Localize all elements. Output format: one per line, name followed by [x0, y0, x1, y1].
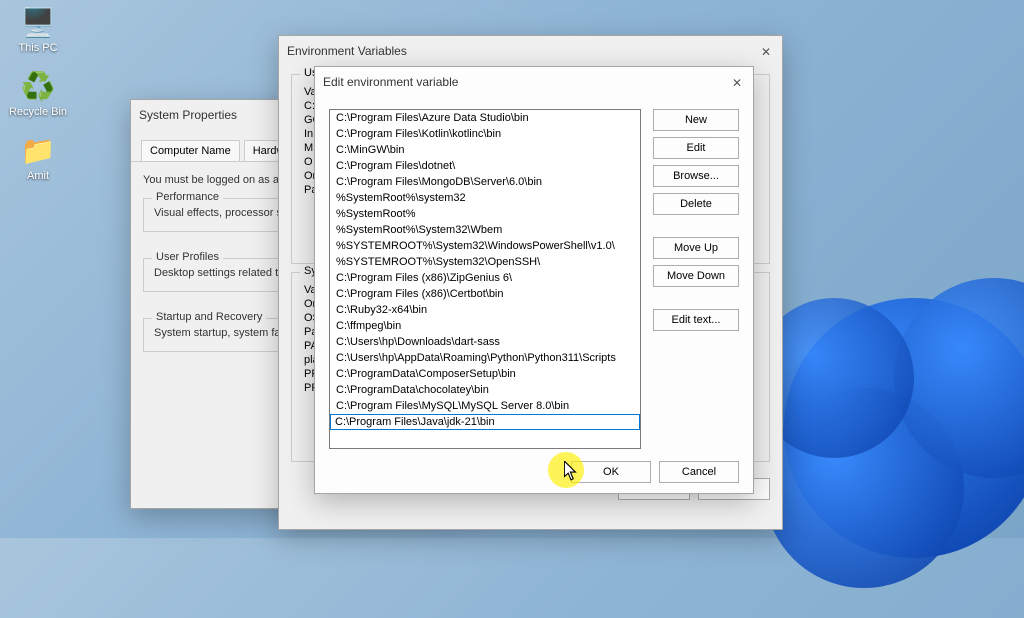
new-button[interactable]: New	[653, 109, 739, 131]
desktop-icon-label: Amit	[27, 170, 49, 182]
path-list-item[interactable]: C:\Program Files (x86)\Certbot\bin	[330, 286, 640, 302]
path-list-item[interactable]: C:\ProgramData\chocolatey\bin	[330, 382, 640, 398]
desktop-icons: 🖥️ This PC ♻️ Recycle Bin 📁 Amit	[8, 4, 78, 196]
path-list-item[interactable]: C:\Program Files (x86)\ZipGenius 6\	[330, 270, 640, 286]
env-vars-title: Environment Variables	[279, 36, 782, 66]
path-list-item[interactable]: C:\Program Files\MySQL\MySQL Server 8.0\…	[330, 398, 640, 414]
recycle-bin-icon: ♻️	[20, 68, 56, 104]
browse-button[interactable]: Browse...	[653, 165, 739, 187]
desktop-icon-recycle-bin[interactable]: ♻️ Recycle Bin	[8, 68, 68, 118]
desktop-icon-label: Recycle Bin	[9, 106, 67, 118]
path-list-item[interactable]: C:\Ruby32-x64\bin	[330, 302, 640, 318]
edit-text-button[interactable]: Edit text...	[653, 309, 739, 331]
move-up-button[interactable]: Move Up	[653, 237, 739, 259]
sysprops-tab[interactable]: Computer Name	[141, 140, 240, 161]
path-list-item[interactable]: C:\ProgramData\ComposerSetup\bin	[330, 366, 640, 382]
env-vars-close-icon[interactable]: ✕	[754, 40, 778, 64]
user-folder-icon: 📁	[20, 132, 56, 168]
path-list-item[interactable]: C:\Users\hp\Downloads\dart-sass	[330, 334, 640, 350]
path-list-item[interactable]: %SystemRoot%\System32\Wbem	[330, 222, 640, 238]
desktop-icon-label: This PC	[18, 42, 57, 54]
path-list-item-editing[interactable]	[330, 414, 640, 430]
edit-environment-variable-dialog: Edit environment variable ✕ C:\Program F…	[314, 66, 754, 494]
desktop-icon-user-folder[interactable]: 📁 Amit	[8, 132, 68, 182]
edit-button[interactable]: Edit	[653, 137, 739, 159]
delete-button[interactable]: Delete	[653, 193, 739, 215]
path-list-item[interactable]: C:\Program Files\MongoDB\Server\6.0\bin	[330, 174, 640, 190]
desktop-icon-this-pc[interactable]: 🖥️ This PC	[8, 4, 68, 54]
edit-dialog-title: Edit environment variable	[315, 67, 753, 97]
path-list-item[interactable]: %SYSTEMROOT%\System32\WindowsPowerShell\…	[330, 238, 640, 254]
path-list-item[interactable]: C:\Program Files\Azure Data Studio\bin	[330, 110, 640, 126]
edit-dialog-close-icon[interactable]: ✕	[725, 71, 749, 95]
path-list-item[interactable]: C:\Program Files\dotnet\	[330, 158, 640, 174]
move-down-button[interactable]: Move Down	[653, 265, 739, 287]
path-list-item[interactable]: C:\Program Files\Kotlin\kotlinc\bin	[330, 126, 640, 142]
path-list-item[interactable]: C:\MinGW\bin	[330, 142, 640, 158]
path-list[interactable]: C:\Program Files\Azure Data Studio\binC:…	[329, 109, 641, 449]
this-pc-icon: 🖥️	[20, 4, 56, 40]
path-list-item[interactable]: C:\ffmpeg\bin	[330, 318, 640, 334]
path-list-item[interactable]: %SYSTEMROOT%\System32\OpenSSH\	[330, 254, 640, 270]
path-edit-input[interactable]	[330, 414, 640, 430]
path-list-item[interactable]: %SystemRoot%\system32	[330, 190, 640, 206]
edit-ok-button[interactable]: OK	[571, 461, 651, 483]
edit-cancel-button[interactable]: Cancel	[659, 461, 739, 483]
path-list-item[interactable]: C:\Users\hp\AppData\Roaming\Python\Pytho…	[330, 350, 640, 366]
path-list-item[interactable]: %SystemRoot%	[330, 206, 640, 222]
